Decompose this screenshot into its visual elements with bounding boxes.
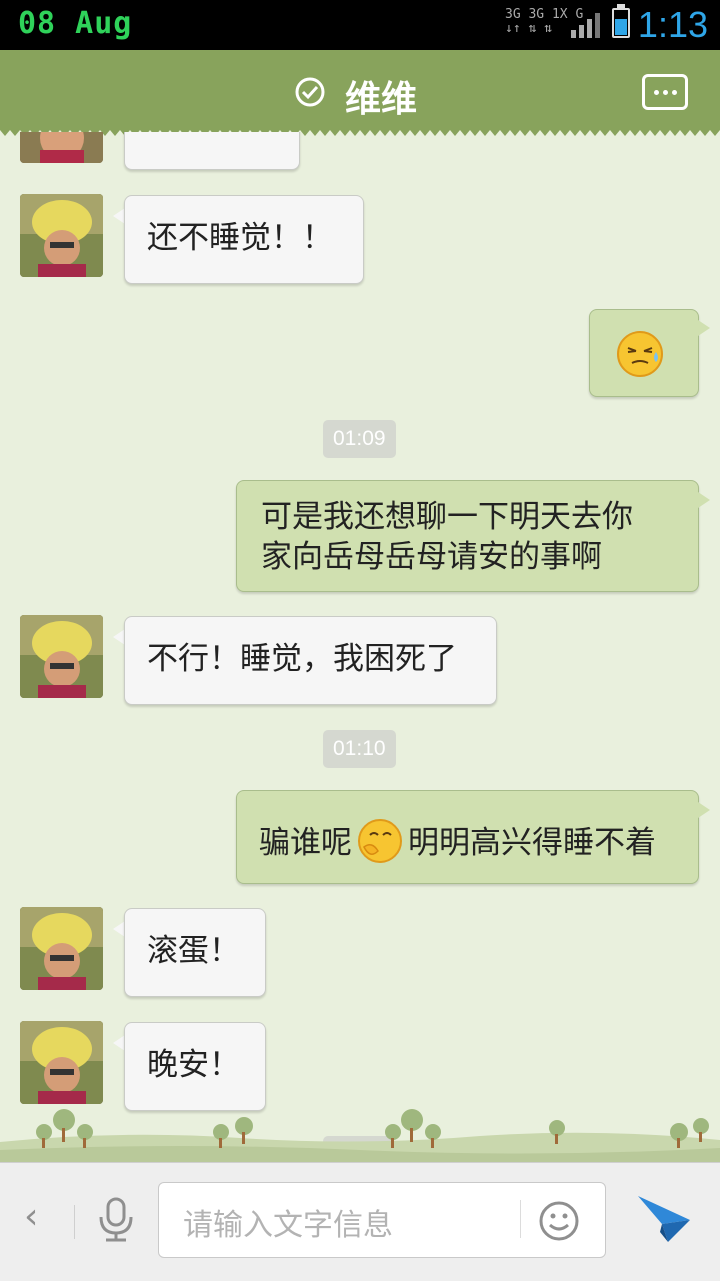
message-text: 还不睡觉！！ (147, 220, 333, 256)
battery-icon (612, 4, 630, 38)
message-bubble-outgoing[interactable]: 骗谁呢 明明高兴得睡不着 (236, 790, 699, 884)
message-text-line: 家向岳母岳母请安的事啊 (261, 539, 602, 575)
status-bar: 08 Aug 3G 3G 1X G ↓↑ ⇅ ⇅ 1:13 (0, 0, 720, 50)
avatar[interactable] (20, 194, 103, 277)
divider (520, 1200, 521, 1238)
avatar[interactable] (20, 615, 103, 698)
message-bubble-outgoing[interactable] (589, 309, 699, 397)
send-arrow-icon[interactable] (636, 1192, 692, 1244)
message-bubble-incoming[interactable]: 不行！睡觉，我困死了 (124, 616, 497, 705)
signal-icon (571, 13, 600, 38)
message-bubble-incoming[interactable]: 滚蛋！ (124, 908, 266, 997)
message-input-placeholder: 请输入文字信息 (183, 1208, 393, 1243)
avatar[interactable] (20, 132, 103, 163)
microphone-icon[interactable] (96, 1197, 136, 1243)
divider (74, 1205, 75, 1239)
message-bubble-partial[interactable] (124, 132, 300, 170)
status-date: 08 Aug (18, 6, 133, 41)
message-bubble-incoming[interactable]: 还不睡觉！！ (124, 195, 364, 284)
timestamp: 01:09 (323, 420, 396, 458)
chat-title[interactable]: 维维 (345, 70, 417, 122)
message-text-line: 可是我还想聊一下明天去你 (261, 499, 633, 535)
avatar[interactable] (20, 907, 103, 990)
message-text: 滚蛋！ (147, 933, 240, 969)
check-circle-icon (295, 77, 325, 107)
chevron-left-icon[interactable]: ‹ (24, 1196, 38, 1237)
timestamp: 01:10 (323, 730, 396, 768)
message-text: 不行！睡觉，我困死了 (147, 641, 457, 677)
sweat-face-emoji (617, 331, 663, 377)
message-text: 晚安！ (147, 1047, 240, 1083)
landscape-decoration (0, 1109, 720, 1162)
message-text: 骗谁呢 (259, 825, 352, 861)
message-text: 明明高兴得睡不着 (408, 825, 656, 861)
more-dots-icon[interactable] (642, 74, 688, 110)
status-time: 1:13 (637, 4, 708, 45)
smiley-icon[interactable] (538, 1200, 580, 1242)
shy-face-emoji (358, 819, 402, 863)
message-bubble-outgoing[interactable]: 可是我还想聊一下明天去你 家向岳母岳母请安的事啊 (236, 480, 699, 592)
message-bubble-incoming[interactable]: 晚安！ (124, 1022, 266, 1111)
chat-area[interactable]: 还不睡觉！！ 01:09 可是我还想聊一下明天去你 家向岳母岳母请安的事啊 不行 (0, 132, 720, 1160)
avatar[interactable] (20, 1021, 103, 1104)
